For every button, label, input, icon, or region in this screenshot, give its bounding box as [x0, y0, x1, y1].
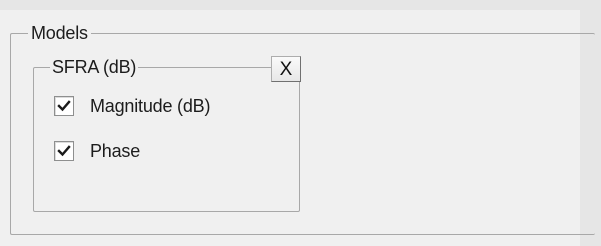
models-group-title: Models — [28, 20, 91, 46]
phase-checkbox-label[interactable]: Phase — [90, 139, 140, 163]
checkmark-icon — [57, 145, 71, 157]
magnitude-checkbox-label[interactable]: Magnitude (dB) — [90, 94, 210, 118]
sfra-group-title: SFRA (dB) — [50, 54, 139, 80]
remove-sfra-button[interactable]: X — [271, 56, 301, 82]
checkmark-icon — [57, 100, 71, 112]
sfra-groupbox — [33, 67, 300, 212]
phase-checkbox[interactable] — [54, 141, 74, 161]
magnitude-checkbox[interactable] — [54, 96, 74, 116]
